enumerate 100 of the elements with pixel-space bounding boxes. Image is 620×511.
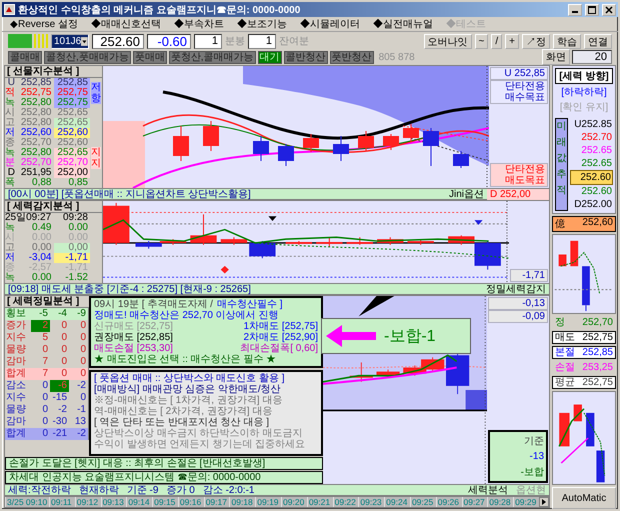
table-cell-text: -2 [76,380,87,392]
row-label: 증가 [5,320,27,332]
table-cell-text: 0 [60,344,68,356]
table-cell-text: -3,04 [28,253,52,263]
candle [421,356,444,372]
remaining-field[interactable]: 1 [248,34,276,48]
advice-text: 09시 19분 [ 추격매도자제 / [94,299,213,310]
triangle-marker-icon [268,216,277,222]
table-cell-text: 0 [41,392,49,404]
candle [203,120,219,152]
candle [333,136,349,162]
change-field: -0.60 [147,34,191,48]
table-cell: 252,00 [54,168,90,178]
maximize-button[interactable] [585,4,599,16]
interval-field[interactable]: 1 [194,34,222,48]
remaining-unit: 잔여분 [279,35,309,48]
toolbar-button[interactable]: / [491,34,502,48]
candle [173,126,189,162]
toolbar-button[interactable]: ~ [474,34,488,48]
maximize-icon [588,6,596,14]
table-cell: 252,75 [54,98,90,108]
time-label: 09:20 [281,497,307,507]
direction-state: [하락하락] [560,86,608,99]
time-label: 09:24 [384,497,410,507]
row-label: 합계 [5,368,31,380]
table-cell-text: 0,88 [31,178,52,188]
menu-item[interactable]: ◆매매신호선택 [91,17,162,31]
advice-text: 매도손절 [253,30] [94,343,173,354]
table-cell-text: 5 [41,332,49,344]
minimize-button[interactable] [568,4,582,16]
toolbar-button[interactable]: ↗정 [522,34,550,48]
menu-item[interactable]: ◆보조기능 [237,17,288,31]
basis-label: 기준 [524,435,544,448]
table-cell: 252,60 [54,128,90,138]
side-label: 지지 [91,147,101,169]
candle [408,238,434,246]
panel-label: 옵션현 [516,484,546,497]
advice-text: 신규매도 [252,75] [94,321,173,332]
table-cell: 252,85 [54,78,90,88]
advice-text: ★ 매도진입은 선택 :: 매수청산은 필수 ★ [94,354,276,365]
time-label: 09:27 [462,497,488,507]
table-cell: 2 [31,320,50,332]
tracker-value: U252.85 [573,118,613,131]
time-label: 09:28 [487,497,514,507]
table-cell-text: 0 [41,404,49,416]
row-label: 감소 [5,380,27,392]
table-cell-text: 252,85 [20,78,52,88]
column-header: 09:28 [62,213,89,223]
table-cell-text: 252,70 [20,158,52,168]
row-label: 폭 [5,178,16,188]
table-cell-text: 0,85 [68,178,89,188]
table-cell: 252,75 [54,88,90,98]
time-label: 3/25 09:10 [5,497,50,507]
column-header: -4 [50,308,69,320]
status-text: 증가 0 [166,484,195,497]
table-cell-text: 0 [60,356,68,368]
toolbar-button[interactable]: 연결 [584,34,612,48]
row-label: 녹 [5,273,16,283]
toolbar-button[interactable]: 학습 [553,34,581,48]
candle [220,236,248,246]
advice-text: 1차매도 [252,75] [244,321,318,332]
table-cell-text: 0 [60,332,68,344]
strategy-text: [ 풋옵션 매매 :: 상단박스와 매도신호 활용 ] [94,373,286,384]
side-label: 저항 [91,82,101,104]
column-header: -9 [69,308,88,320]
candle [303,134,319,152]
table-cell: -1,71 [54,253,90,263]
table-cell-text: 252,80 [20,148,52,158]
row-label: 종 [5,138,16,148]
position-row: 평균 252,75 [552,376,616,389]
table-cell-text: 252,60 [20,128,52,138]
menu-item[interactable]: ◆실전매뉴얼 [373,17,434,31]
toolbar-button[interactable]: + [505,34,519,48]
tracker-value: 252.60 [580,185,613,198]
symbol-dropdown[interactable]: 101J6 [51,34,89,48]
position-row-text: 손절 253,25 [554,361,614,374]
menu-item[interactable]: ◆부속차트 [174,17,224,31]
reading-value: -0,09 [488,310,548,323]
row-label: 시 [5,108,16,118]
close-button[interactable] [602,4,616,16]
time-label: 09:11 [49,497,75,507]
candle [350,362,373,382]
menu-item[interactable]: ◆Reverse 설정 [10,17,78,31]
row-label: D [8,168,16,178]
position-row-text: 정 252,70 [554,316,614,329]
toolbar-button[interactable]: 오버나잇 [424,34,472,48]
price-field: 252.60 [92,34,144,48]
row-label: 저 [5,128,16,138]
table-cell: 252,70 [54,158,90,168]
triangle-marker-icon [474,220,483,225]
time-label: 09:17 [204,497,230,507]
table-cell-text: 7 [41,356,49,368]
table-cell-text: 252,60 [56,138,89,148]
row-label: 지수 [5,392,27,404]
total-value: 252,60 [582,217,613,230]
tracker-value: 252.65 [580,144,613,157]
automatic-button[interactable]: AutoMatic [552,487,616,509]
menu-item[interactable]: ◆시뮬레이터 [300,17,360,31]
status-text: 감소 -2:0:-1 [202,484,254,497]
table-cell: 0 [31,428,50,440]
